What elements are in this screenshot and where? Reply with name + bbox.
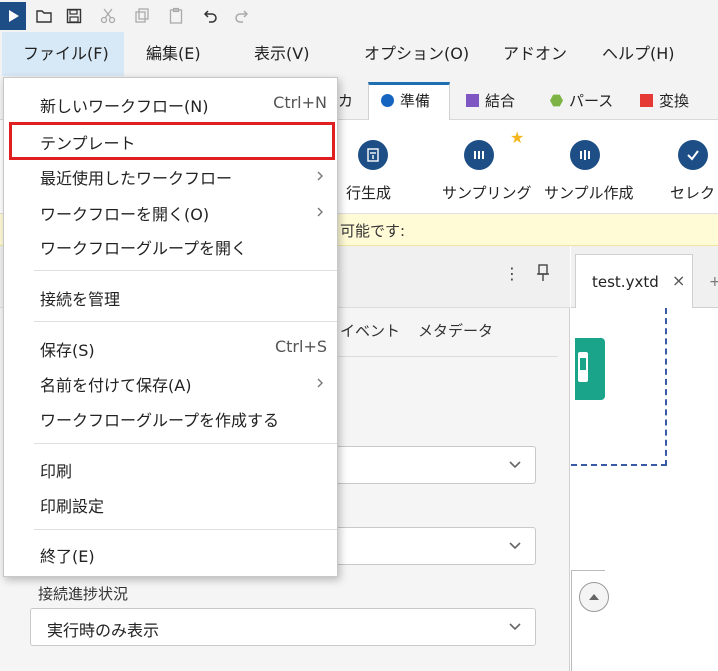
scroll-panel [571, 570, 605, 671]
shortcut-save: Ctrl+S [274, 337, 327, 356]
menu-exit-label: 終了(E) [40, 547, 95, 566]
document-tab-bar: test.yxtd × + [571, 246, 718, 309]
tool-create-samples-label: サンプル作成 [544, 184, 634, 202]
menu-separator [34, 443, 337, 444]
menu-print-label: 印刷 [40, 462, 73, 481]
document-tab-label: test.yxtd [592, 273, 659, 291]
menu-create-workflow-group[interactable]: ワークフローグループを作成する [4, 401, 337, 435]
close-tab-icon[interactable]: × [672, 271, 685, 290]
tab-partial[interactable]: カ [338, 82, 353, 120]
tool-generate-rows[interactable]: 行生成 [340, 120, 410, 214]
tab-join[interactable]: 結合 [466, 82, 515, 120]
tab-overflow-icon[interactable]: + [709, 274, 718, 290]
undo-icon[interactable] [198, 4, 222, 28]
document-tab[interactable]: test.yxtd × [575, 254, 693, 309]
menu-print-settings[interactable]: 印刷設定 [4, 487, 337, 521]
paste-icon[interactable] [164, 4, 188, 28]
menu-manage-connections-label: 接続を管理 [40, 290, 121, 309]
save-icon[interactable] [62, 4, 86, 28]
menu-save-label: 保存(S) [40, 341, 95, 360]
tab-prepare-label: 準備 [400, 92, 431, 110]
parse-category-icon [550, 94, 563, 107]
tab-transform[interactable]: 変換 [640, 82, 689, 120]
redo-icon[interactable] [230, 4, 254, 28]
tool-select-label: セレクト [670, 184, 718, 202]
menu-create-workflow-group-label: ワークフローグループを作成する [40, 411, 280, 430]
app-logo-icon[interactable] [0, 2, 26, 30]
menu-addons[interactable]: アドオン [503, 32, 567, 76]
transform-category-icon [640, 94, 653, 107]
progress-dropdown-value: 実行時のみ表示 [47, 621, 160, 640]
menu-options[interactable]: オプション(O) [364, 32, 469, 76]
tool-node-icon [578, 352, 588, 382]
prepare-category-icon [381, 94, 394, 107]
menu-recent-workflows-label: 最近使用したワークフロー [40, 169, 233, 188]
menu-separator [34, 270, 337, 271]
open-folder-icon[interactable] [32, 4, 56, 28]
tool-node[interactable] [575, 338, 605, 400]
menu-open-workflow[interactable]: ワークフローを開く(O) [4, 195, 337, 229]
tab-transform-label: 変換 [659, 92, 690, 110]
chevron-right-icon [317, 171, 323, 181]
quick-access-toolbar [0, 0, 718, 32]
file-menu-dropdown: 新しいワークフロー(N) Ctrl+N テンプレート 最近使用したワークフロー … [3, 77, 338, 577]
menu-file[interactable]: ファイル(F) [2, 32, 124, 76]
template-highlight-annotation [9, 122, 335, 160]
menu-recent-workflows[interactable]: 最近使用したワークフロー [4, 159, 337, 193]
tool-generate-rows-label: 行生成 [346, 184, 392, 202]
cut-icon[interactable] [96, 4, 120, 28]
pin-icon[interactable] [534, 262, 552, 284]
tab-metadata[interactable]: メタデータ [418, 320, 493, 341]
tab-parse-label: パース [569, 92, 614, 110]
chevron-down-icon [509, 542, 521, 550]
menu-open-workflow-group-label: ワークフローグループを開く [40, 239, 248, 258]
chevron-down-icon [509, 623, 521, 631]
menu-print[interactable]: 印刷 [4, 452, 337, 486]
copy-icon[interactable] [130, 4, 154, 28]
menubar: ファイル(F) 編集(E) 表示(V) オプション(O) アドオン ヘルプ(H) [0, 32, 718, 76]
menu-edit[interactable]: 編集(E) [146, 32, 201, 76]
sampling-icon [464, 140, 494, 170]
tab-parse[interactable]: パース [550, 82, 613, 120]
shortcut-new: Ctrl+N [273, 93, 327, 112]
menu-exit[interactable]: 終了(E) [4, 537, 337, 571]
menu-save-as[interactable]: 名前を付けて保存(A) [4, 366, 337, 400]
tab-prepare[interactable]: 準備 [368, 82, 450, 120]
menu-save-as-label: 名前を付けて保存(A) [40, 376, 192, 395]
chevron-right-icon [317, 378, 323, 388]
tab-events[interactable]: イベント [340, 320, 400, 341]
create-samples-icon [570, 140, 600, 170]
menu-help[interactable]: ヘルプ(H) [602, 32, 675, 76]
menu-manage-connections[interactable]: 接続を管理 [4, 280, 337, 314]
progress-dropdown[interactable]: 実行時のみ表示 [30, 608, 536, 646]
progress-label: 接続進捗状況 [38, 585, 129, 603]
workflow-canvas[interactable] [571, 308, 718, 671]
chevron-right-icon [317, 207, 323, 217]
more-options-icon[interactable]: ⋮ [504, 264, 520, 283]
menu-save[interactable]: 保存(S) Ctrl+S [4, 331, 337, 365]
select-icon [678, 140, 708, 170]
tool-create-samples[interactable]: サンプル作成 [540, 120, 634, 214]
menu-open-workflow-group[interactable]: ワークフローグループを開く [4, 229, 337, 263]
tool-sampling-label: サンプリング [442, 184, 532, 202]
menu-new-workflow[interactable]: 新しいワークフロー(N) Ctrl+N [4, 87, 337, 121]
new-tool-star-icon: ★ [510, 128, 525, 147]
chevron-down-icon [509, 461, 521, 469]
menu-separator [34, 321, 337, 322]
menu-view[interactable]: 表示(V) [254, 32, 309, 76]
menu-new-workflow-label: 新しいワークフロー(N) [40, 97, 209, 116]
tab-join-label: 結合 [485, 92, 516, 110]
tool-select[interactable]: セレクト [668, 120, 718, 214]
info-bar-text: 可能です: [340, 222, 406, 240]
menu-print-settings-label: 印刷設定 [40, 497, 105, 516]
menu-separator [34, 529, 337, 530]
generate-rows-icon [358, 140, 388, 170]
menu-open-workflow-label: ワークフローを開く(O) [40, 205, 210, 224]
join-category-icon [466, 94, 479, 107]
